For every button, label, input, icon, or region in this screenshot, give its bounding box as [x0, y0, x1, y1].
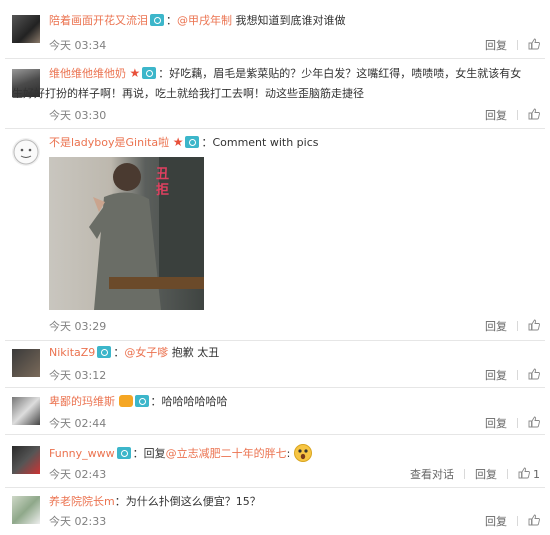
like-icon[interactable] — [528, 368, 540, 383]
like-icon[interactable] — [528, 514, 540, 529]
commenter-name[interactable]: Funny_www — [49, 447, 115, 460]
comment-item: NikitaZ9 ：@女子嗲 抱歉 太丑 今天 03:12 回复 — [0, 340, 550, 387]
mention-link[interactable]: @甲戌年制 — [177, 14, 232, 27]
reply-prefix: ：回复 — [132, 447, 166, 460]
like-icon[interactable] — [528, 319, 540, 334]
comment-text: ：为什么扑倒这么便宜？15？ — [114, 495, 261, 508]
camera-badge-icon — [116, 447, 131, 459]
comment-item: 陪着画面开花又流泪 ：@甲戌年制 我想知道到底谁对谁做 今天 03:34 回复 — [0, 0, 550, 58]
commenter-name[interactable]: 卑鄙的玛维斯 — [49, 395, 115, 408]
camera-badge-icon — [185, 136, 200, 148]
star-badge-icon: ★ — [129, 66, 141, 80]
avatar[interactable] — [12, 138, 40, 166]
like-icon[interactable] — [528, 108, 540, 123]
commenter-name[interactable]: 维他维他维他奶 — [49, 67, 126, 80]
comment-item: 不是ladyboy是Ginita啦 ★ ：Comment with pics 丑拒… — [0, 128, 550, 340]
surprised-emoji-icon — [293, 444, 312, 462]
comment-text: : — [286, 447, 291, 460]
reply-button[interactable]: 回复 — [475, 466, 497, 482]
reply-button[interactable]: 回复 — [485, 318, 507, 334]
comment-time: 今天 03:30 — [49, 109, 107, 122]
comment-text: 抱歉 太丑 — [168, 346, 220, 359]
comment-item: 养老院院长m：为什么扑倒这么便宜？15？ 今天 02:33 回复 — [0, 487, 550, 535]
like-icon[interactable] — [528, 38, 540, 53]
comment-image[interactable]: 丑拒 — [49, 157, 204, 310]
commenter-name[interactable]: 养老院院长m — [49, 495, 115, 508]
comment-text: ：Comment with pics — [201, 136, 319, 149]
reply-button[interactable]: 回复 — [485, 37, 507, 53]
reply-button[interactable]: 回复 — [485, 367, 507, 383]
like-icon[interactable] — [518, 467, 530, 482]
comment-time: 今天 03:34 — [49, 39, 107, 52]
commenter-name[interactable]: 陪着画面开花又流泪 — [49, 14, 148, 27]
comment-time: 今天 02:33 — [49, 515, 107, 528]
reply-button[interactable]: 回复 — [485, 107, 507, 123]
comment-item: 维他维他维他奶 ★ ：好吃藕，眉毛是紫菜贴的？少年白发？这嘴红得，啧啧啧，女生就该… — [0, 58, 550, 128]
reply-button[interactable]: 回复 — [485, 415, 507, 431]
camera-badge-icon — [134, 395, 149, 407]
star-badge-icon: ★ — [172, 135, 184, 149]
like-count: 1 — [533, 468, 540, 481]
comment-time: 今天 02:44 — [49, 417, 107, 430]
comment-item: 卑鄙的玛维斯 ：哈哈哈哈哈哈 今天 02:44 回复 — [0, 387, 550, 434]
comment-time: 今天 03:29 — [49, 320, 107, 333]
mention-link[interactable]: @立志减肥二十年的胖七 — [166, 447, 287, 460]
comment-text: ：好吃藕，眉毛是紫菜贴的？少年白发？这嘴红得，啧啧啧，女生就该有女 — [158, 67, 522, 80]
commenter-name[interactable]: NikitaZ9 — [49, 346, 95, 359]
comment-item: Funny_www ：回复@立志减肥二十年的胖七: 今天 02:43 查看对话 回复… — [0, 434, 550, 487]
camera-badge-icon — [97, 346, 112, 358]
avatar[interactable] — [12, 496, 40, 524]
comment-text: 我想知道到底谁对谁做 — [232, 14, 346, 27]
reply-button[interactable]: 回复 — [485, 513, 507, 529]
mention-link[interactable]: @女子嗲 — [124, 346, 168, 359]
like-icon[interactable] — [528, 416, 540, 431]
comment-text-continued: 生好好打扮的样子啊！再说，吃土就给我打工去啊！动这些歪脑筋走捷径 — [12, 87, 364, 100]
avatar[interactable] — [12, 349, 40, 377]
commenter-name[interactable]: 不是ladyboy是Ginita啦 — [49, 136, 169, 149]
comment-text: ：哈哈哈哈哈哈 — [150, 395, 228, 408]
camera-badge-icon — [142, 67, 157, 79]
avatar[interactable] — [12, 397, 40, 425]
camera-badge-icon — [150, 14, 164, 26]
avatar[interactable] — [12, 15, 40, 43]
avatar[interactable] — [12, 446, 40, 474]
image-caption: 丑拒 — [156, 167, 170, 198]
view-conversation-link[interactable]: 查看对话 — [410, 466, 454, 482]
fan-badge-icon — [118, 395, 133, 407]
comment-time: 今天 02:43 — [49, 468, 107, 481]
comment-time: 今天 03:12 — [49, 369, 107, 382]
